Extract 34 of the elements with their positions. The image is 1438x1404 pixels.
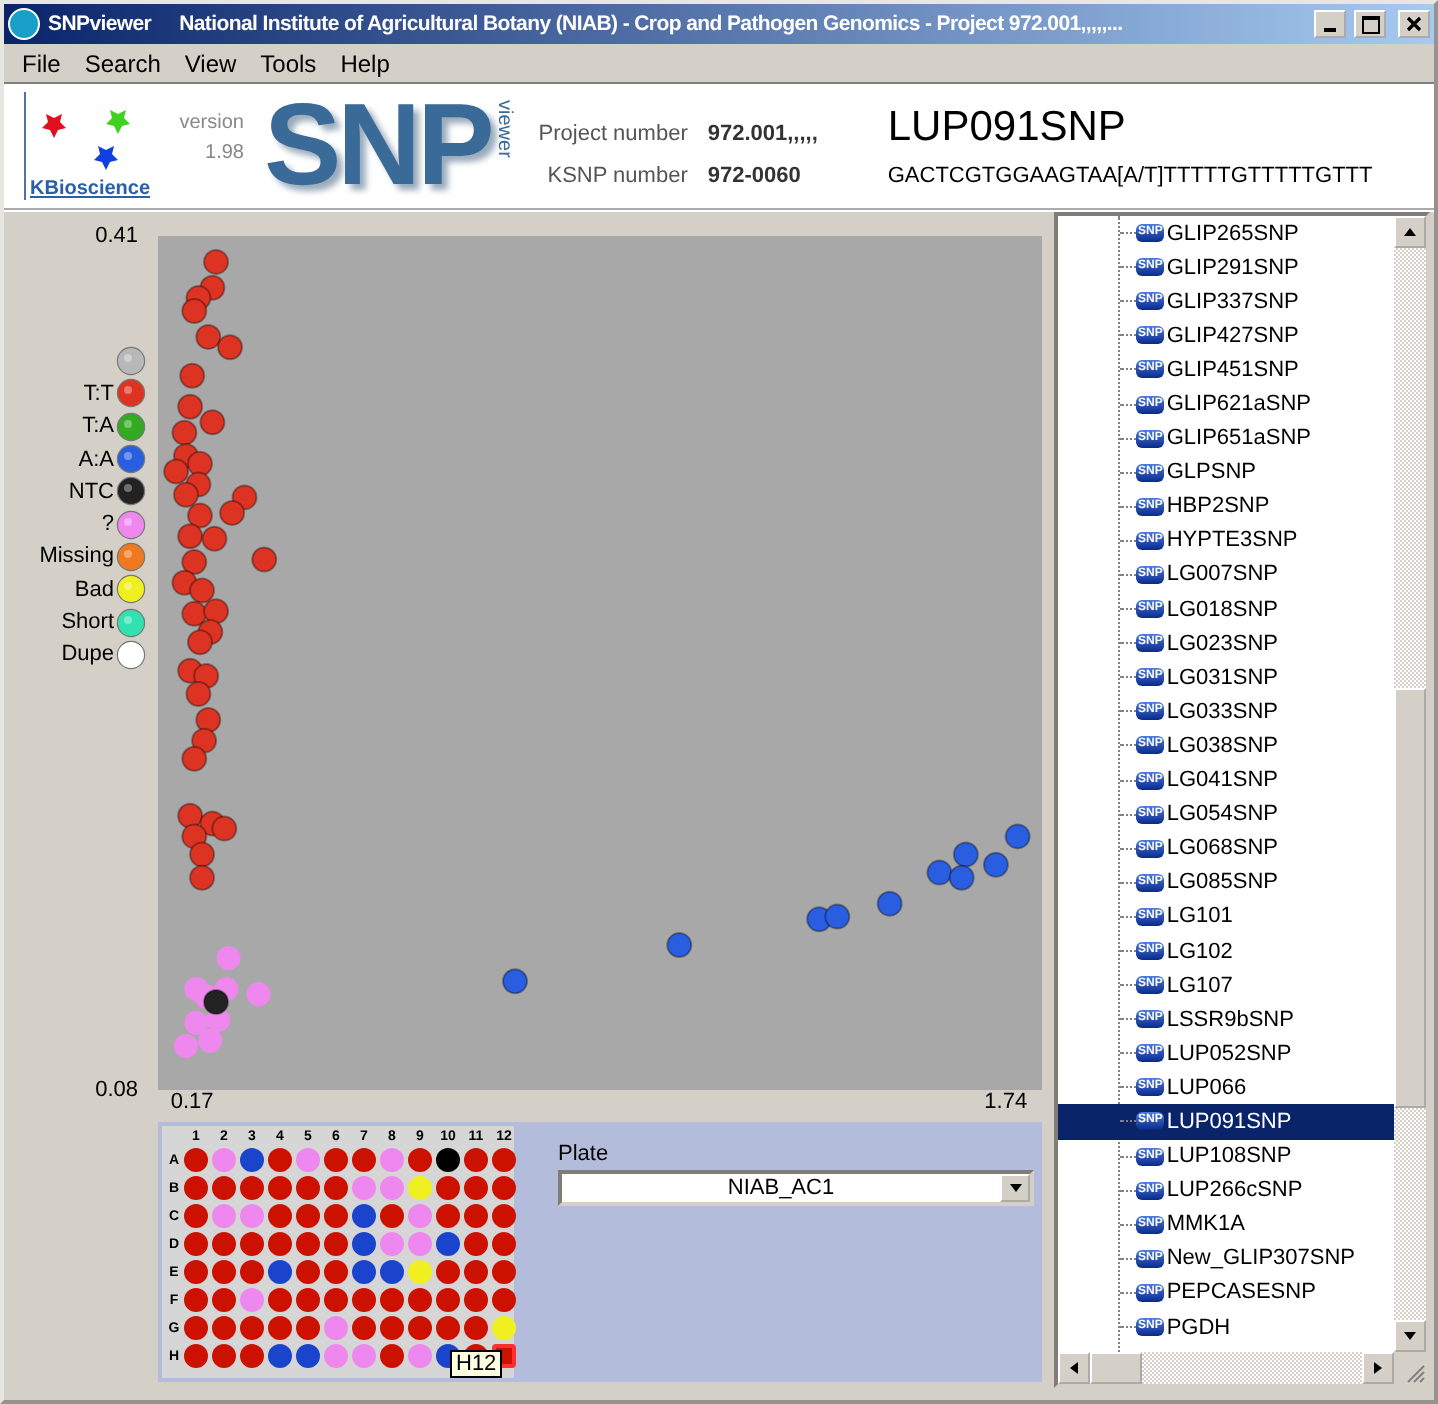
- legend-label: T:A: [82, 414, 114, 439]
- menu-item[interactable]: Help: [330, 49, 400, 77]
- window-title: National Institute of Agricultural Botany (NIAB) - Crop and Pathogen Genomics - Project 972.001,,,,,...: [179, 12, 1125, 36]
- project-value: 972.001,,,,,: [707, 122, 820, 146]
- version-label: version: [179, 112, 244, 134]
- legend-label: Short: [61, 610, 114, 635]
- snp-name: LUP091SNP: [887, 104, 1128, 152]
- y-tick-label: 0.08: [95, 1078, 138, 1102]
- legend-label: Dupe: [61, 642, 114, 667]
- menu-item[interactable]: File: [12, 49, 71, 77]
- legend-label: Bad: [74, 577, 114, 602]
- ksnp-value: 972-0060: [707, 164, 803, 188]
- menu-item[interactable]: View: [174, 49, 247, 77]
- plate-label: Plate: [558, 1142, 611, 1166]
- tooltip: H12: [450, 1350, 503, 1378]
- y-tick-label: 0.41: [95, 224, 138, 248]
- snp-sequence: GACTCGTGGAAGTAA[A/T]TTTTTGTTTTTGTTT: [887, 164, 1373, 188]
- legend-label: NTC: [68, 479, 114, 504]
- x-tick-label: 1.74: [984, 1090, 1028, 1114]
- x-tick-label: 0.17: [170, 1090, 214, 1114]
- legend-label: ?: [101, 512, 114, 537]
- version-number: 1.98: [205, 142, 244, 164]
- menu-item[interactable]: Search: [74, 49, 171, 77]
- legend-label: T:T: [83, 381, 114, 406]
- project-label: Project number: [538, 122, 688, 146]
- menu-item[interactable]: Tools: [250, 49, 327, 77]
- logo-subtitle: viewer: [491, 99, 515, 157]
- legend-label: A:A: [78, 447, 114, 472]
- app-name: SNPviewer: [48, 12, 152, 36]
- logo-text: SNP: [264, 88, 491, 204]
- plate-dropdown[interactable]: NIAB_AC1: [558, 1170, 1034, 1206]
- company-name: KBioscience: [30, 178, 151, 200]
- ksnp-label: KSNP number: [545, 164, 688, 188]
- legend-label: Missing: [39, 544, 114, 569]
